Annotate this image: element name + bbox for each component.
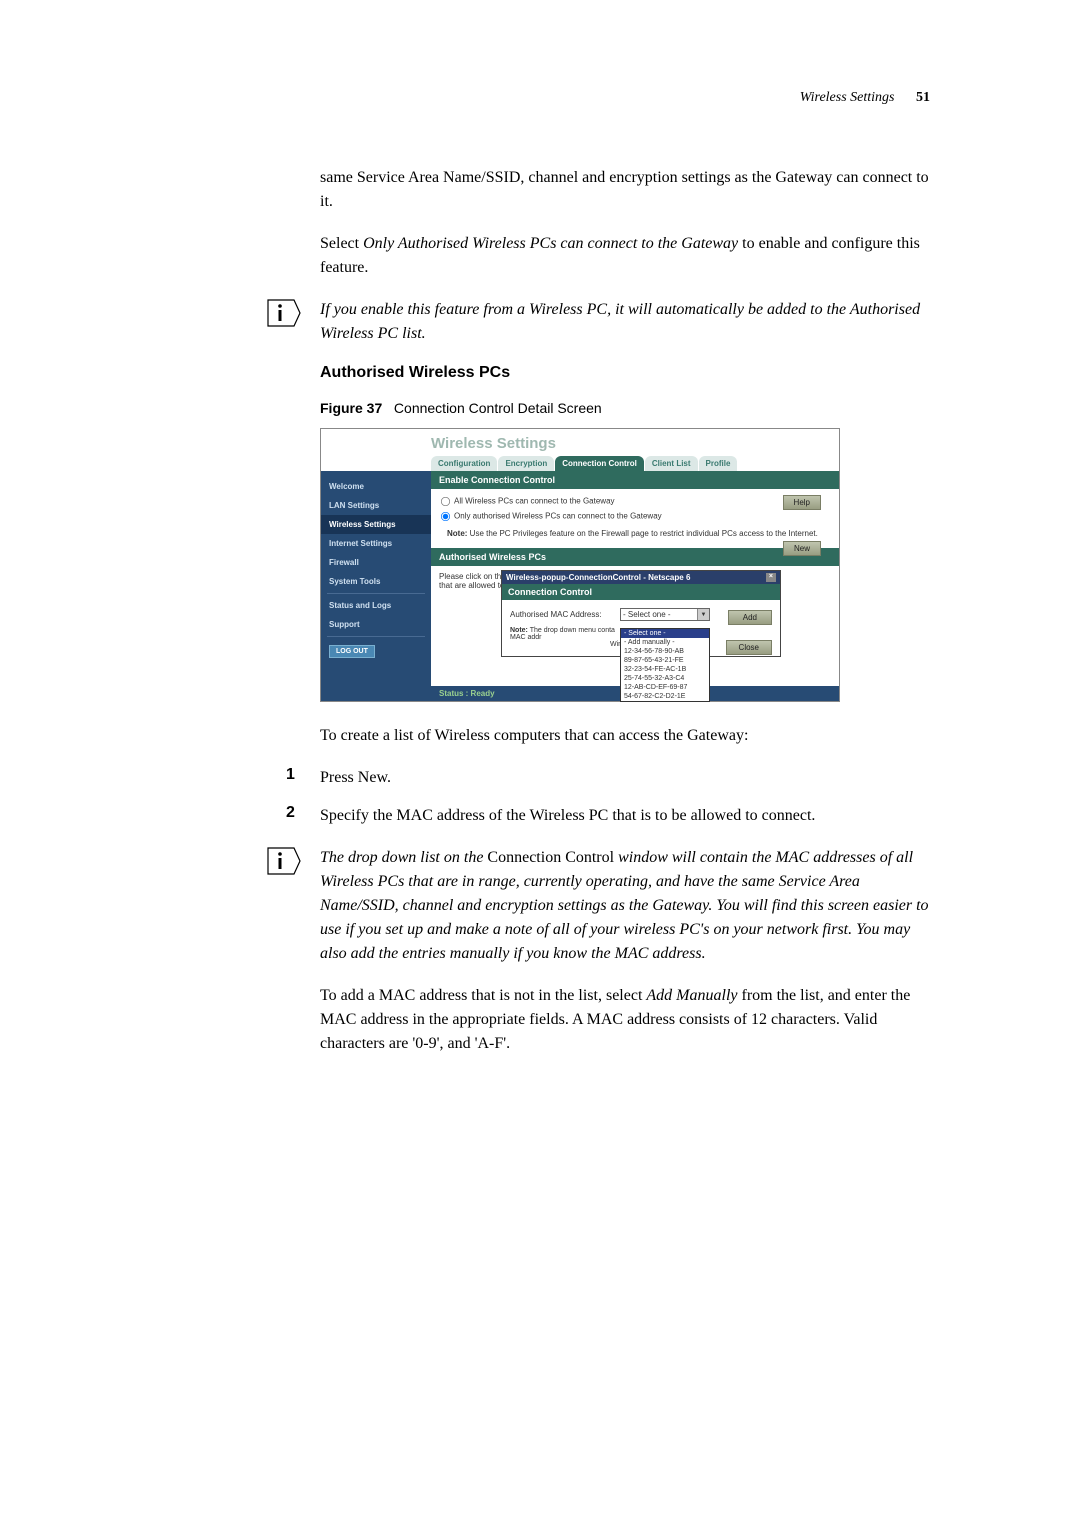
panel-auth-title: Authorised Wireless PCs (431, 548, 839, 566)
popup-close-icon[interactable]: × (766, 573, 776, 582)
panel-enable-title: Enable Connection Control (431, 471, 839, 489)
radio-all-pcs[interactable]: All Wireless PCs can connect to the Gate… (439, 495, 831, 508)
page-number: 51 (916, 90, 930, 105)
screenshot-title: Wireless Settings (321, 429, 839, 454)
option-mac-6[interactable]: 54-67-82-C2-D2-1E (621, 692, 709, 701)
tab-client-list[interactable]: Client List (645, 456, 698, 471)
mac-dropdown-list: - Select one - - Add manually - 12-34-56… (620, 628, 710, 702)
info-icon (266, 298, 302, 328)
radio-auth-label: Only authorised Wireless PCs can connect… (454, 512, 662, 521)
note2-text: The drop down list on the Connection Con… (320, 846, 930, 966)
logout-button[interactable]: LOG OUT (329, 645, 375, 658)
intro-paragraph-2: Select Only Authorised Wireless PCs can … (320, 232, 930, 280)
sidebar-status-logs[interactable]: Status and Logs (321, 596, 431, 615)
step-1-number: 1 (286, 766, 295, 784)
close-button[interactable]: Close (726, 640, 772, 655)
after-figure-text: To create a list of Wireless computers t… (320, 724, 930, 748)
option-mac-1[interactable]: 12-34-56-78-90-AB (621, 647, 709, 656)
select-value: - Select one - (623, 610, 671, 619)
radio-all-label: All Wireless PCs can connect to the Gate… (454, 497, 615, 506)
popup-window: Wireless-popup-ConnectionControl - Netsc… (501, 570, 781, 657)
note2-normal: Connection Control (487, 849, 614, 866)
tab-row: Configuration Encryption Connection Cont… (321, 456, 839, 471)
popup-note: Note: The drop down menu conta MAC addr … (510, 627, 630, 648)
sidebar-internet[interactable]: Internet Settings (321, 534, 431, 553)
sidebar-separator (327, 593, 425, 594)
option-mac-2[interactable]: 89-87-65-43-21-FE (621, 656, 709, 665)
intro2-pre: Select (320, 235, 363, 252)
figure-caption: Figure 37 Connection Control Detail Scre… (320, 400, 930, 416)
figure-label: Figure 37 (320, 400, 382, 416)
info-icon (266, 846, 302, 876)
info-note-2: The drop down list on the Connection Con… (320, 846, 930, 966)
figure-caption-text: Connection Control Detail Screen (394, 400, 602, 416)
sidebar-firewall[interactable]: Firewall (321, 553, 431, 572)
option-mac-5[interactable]: 12-AB-CD-EF-69-87 (621, 683, 709, 692)
sidebar: Welcome LAN Settings Wireless Settings I… (321, 471, 431, 701)
step-list: 1 Press New. 2 Specify the MAC address o… (320, 766, 930, 828)
step1-em: New. (358, 769, 391, 786)
popup-note-bold: Note: (510, 627, 528, 634)
screenshot-connection-control: Wireless Settings Configuration Encrypti… (320, 428, 840, 702)
popup-titlebar: Wireless-popup-ConnectionControl - Netsc… (502, 571, 780, 584)
mac-address-select[interactable]: - Select one - ▼ (620, 608, 710, 621)
closing-em: Add Manually (646, 987, 737, 1004)
option-select-one[interactable]: - Select one - (621, 629, 709, 638)
help-button[interactable]: Help (783, 495, 821, 510)
firewall-note-text: Use the PC Privileges feature on the Fir… (467, 529, 817, 538)
option-add-manually[interactable]: - Add manually - (621, 638, 709, 647)
option-mac-4[interactable]: 25-74-55-32-A3-C4 (621, 674, 709, 683)
subheading-authorised: Authorised Wireless PCs (320, 364, 930, 382)
new-button[interactable]: New (783, 541, 821, 556)
firewall-note-bold: Note: (447, 529, 467, 538)
note1-text: If you enable this feature from a Wirele… (320, 298, 930, 346)
intro-paragraph-1: same Service Area Name/SSID, channel and… (320, 166, 930, 214)
sidebar-separator-2 (327, 636, 425, 637)
header-section: Wireless Settings (800, 90, 895, 105)
step1-pre: Press (320, 769, 358, 786)
info-note-1: If you enable this feature from a Wirele… (320, 298, 930, 346)
radio-all-pcs-input[interactable] (441, 497, 450, 506)
sidebar-wireless[interactable]: Wireless Settings (321, 515, 431, 534)
chevron-down-icon[interactable]: ▼ (697, 609, 709, 620)
radio-authorised-only[interactable]: Only authorised Wireless PCs can connect… (439, 510, 831, 523)
sidebar-support[interactable]: Support (321, 615, 431, 634)
sidebar-welcome[interactable]: Welcome (321, 477, 431, 496)
mac-address-label: Authorised MAC Address: (510, 610, 620, 619)
note2-pre: The drop down list on the (320, 849, 487, 866)
add-button[interactable]: Add (728, 610, 772, 625)
popup-title-text: Wireless-popup-ConnectionControl - Netsc… (506, 573, 690, 582)
step-2-number: 2 (286, 804, 295, 822)
step-1-body: Press New. (320, 766, 930, 790)
tab-profile[interactable]: Profile (699, 456, 738, 471)
step-2-body: Specify the MAC address of the Wireless … (320, 804, 930, 828)
option-mac-3[interactable]: 32-23-54-FE-AC-1B (621, 665, 709, 674)
closing-pre: To add a MAC address that is not in the … (320, 987, 646, 1004)
tab-encryption[interactable]: Encryption (498, 456, 554, 471)
tab-configuration[interactable]: Configuration (431, 456, 497, 471)
firewall-note: Note: Use the PC Privileges feature on t… (439, 529, 831, 538)
sidebar-system-tools[interactable]: System Tools (321, 572, 431, 591)
popup-heading: Connection Control (502, 584, 780, 600)
running-header: Wireless Settings 51 (320, 90, 930, 106)
radio-auth-input[interactable] (441, 512, 450, 521)
sidebar-lan[interactable]: LAN Settings (321, 496, 431, 515)
tab-connection-control[interactable]: Connection Control (555, 456, 644, 471)
intro2-em: Only Authorised Wireless PCs can connect… (363, 235, 738, 252)
closing-paragraph: To add a MAC address that is not in the … (320, 984, 930, 1056)
